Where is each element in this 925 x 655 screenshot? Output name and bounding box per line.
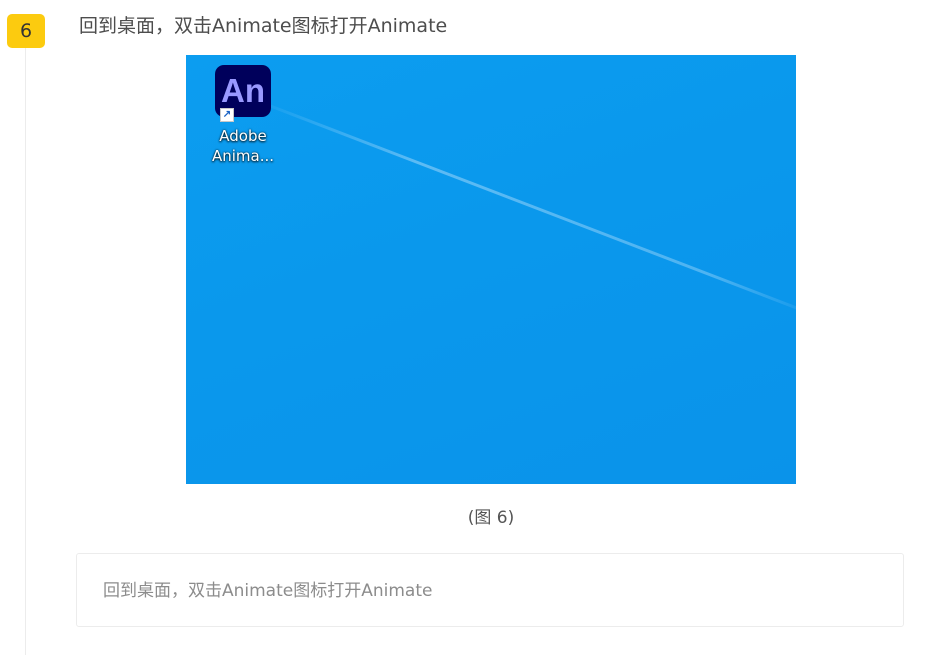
desktop-shortcut-adobe-animate[interactable]: An ↗ Adobe Anima... (210, 65, 276, 166)
animate-icon-glyph: An (221, 72, 265, 109)
timeline-line (25, 48, 26, 655)
shortcut-arrow-icon: ↗ (220, 108, 234, 122)
wallpaper-light-streak (244, 95, 796, 320)
step-number-badge: 6 (7, 14, 45, 48)
figure-caption: (图 6) (467, 508, 515, 528)
desktop-icon-label: Adobe Anima... (210, 126, 276, 166)
icon-label-line2: Anima... (211, 147, 275, 165)
step-note-text: 回到桌面，双击Animate图标打开Animate (103, 581, 433, 601)
step-screenshot: An ↗ Adobe Anima... (186, 55, 796, 484)
tutorial-step: 6 回到桌面，双击Animate图标打开Animate An ↗ Adobe A… (0, 0, 925, 655)
step-note-box: 回到桌面，双击Animate图标打开Animate (76, 553, 904, 627)
adobe-animate-icon: An ↗ (215, 65, 271, 122)
icon-label-line1: Adobe (219, 127, 267, 145)
step-title: 回到桌面，双击Animate图标打开Animate (79, 15, 448, 37)
